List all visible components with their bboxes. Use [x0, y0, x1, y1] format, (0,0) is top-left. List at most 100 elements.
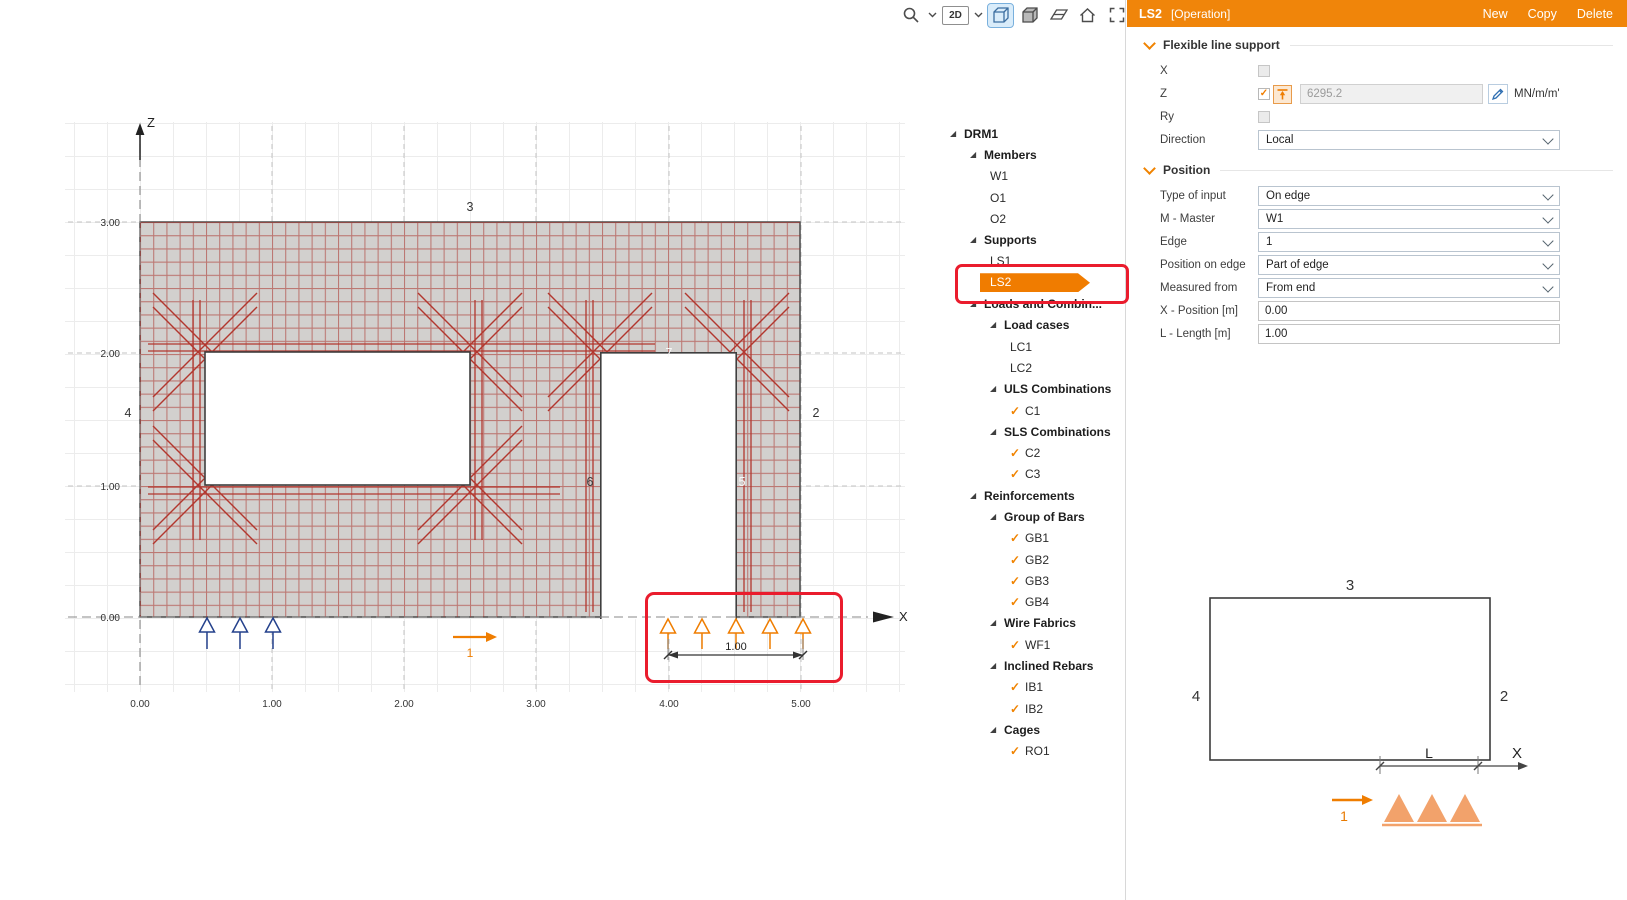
check-icon[interactable]: ✓ — [1010, 468, 1025, 480]
svg-text:2.00: 2.00 — [394, 699, 414, 710]
tree-item-gb2[interactable]: ✓GB2 — [945, 549, 1125, 570]
copy-button[interactable]: Copy — [1528, 7, 1557, 21]
tree-item-load-cases[interactable]: ◢Load cases — [945, 315, 1125, 336]
svg-text:1: 1 — [1340, 808, 1348, 824]
check-icon[interactable]: ✓ — [1010, 596, 1025, 608]
check-icon[interactable]: ✓ — [1010, 575, 1025, 587]
svg-text:X: X — [1512, 745, 1522, 762]
edit-pencil-button[interactable] — [1488, 84, 1508, 104]
check-icon[interactable]: ✓ — [1010, 703, 1025, 715]
expand-icon[interactable]: ◢ — [990, 385, 1002, 393]
direction-select[interactable]: Local — [1258, 130, 1560, 150]
expand-icon[interactable]: ◢ — [990, 662, 1002, 670]
tree-item-ro1[interactable]: ✓RO1 — [945, 741, 1125, 762]
section-header-position[interactable]: Position — [1145, 163, 1627, 177]
expand-icon[interactable]: ◢ — [950, 130, 962, 138]
tree-item-o1[interactable]: O1 — [945, 187, 1125, 208]
tree-item-gb1[interactable]: ✓GB1 — [945, 528, 1125, 549]
expand-icon[interactable]: ◢ — [970, 151, 982, 159]
tree-item-drm1[interactable]: ◢DRM1 — [945, 123, 1125, 144]
tree-item-ls1[interactable]: LS1 — [945, 251, 1125, 272]
tree-item-label: GB2 — [1025, 553, 1049, 567]
tree-item-cages[interactable]: ◢Cages — [945, 719, 1125, 740]
x-checkbox[interactable] — [1258, 65, 1270, 77]
check-icon[interactable]: ✓ — [1010, 554, 1025, 566]
measured-from-select[interactable]: From end — [1258, 278, 1560, 298]
tree-item-wire-fabrics[interactable]: ◢Wire Fabrics — [945, 613, 1125, 634]
master-select[interactable]: W1 — [1258, 209, 1560, 229]
tree-item-uls-combinations[interactable]: ◢ULS Combinations — [945, 379, 1125, 400]
support-direction-icon[interactable] — [1273, 85, 1292, 104]
prop-row-type-of-input: Type of input On edge — [1160, 186, 1627, 206]
tree-item-w1[interactable]: W1 — [945, 166, 1125, 187]
z-stiffness-input[interactable] — [1300, 84, 1483, 104]
svg-text:1: 1 — [467, 646, 474, 660]
search-dropdown-chevron-icon[interactable] — [927, 4, 938, 27]
prop-row-z: Z ✓ MN/m/m' — [1160, 84, 1627, 104]
tree-item-wf1[interactable]: ✓WF1 — [945, 634, 1125, 655]
expand-icon[interactable]: ◢ — [990, 513, 1002, 521]
check-icon[interactable]: ✓ — [1010, 405, 1025, 417]
tree-item-gb3[interactable]: ✓GB3 — [945, 570, 1125, 591]
l-length-input[interactable] — [1258, 324, 1560, 344]
svg-text:0.00: 0.00 — [130, 699, 150, 710]
tree-item-members[interactable]: ◢Members — [945, 144, 1125, 165]
collapse-chevron-icon[interactable] — [1143, 162, 1156, 175]
chevron-down-icon — [1542, 258, 1553, 269]
wireframe-view-button[interactable] — [988, 4, 1013, 27]
svg-text:3.00: 3.00 — [526, 699, 546, 710]
search-button[interactable] — [898, 4, 923, 27]
expand-icon[interactable]: ◢ — [970, 236, 982, 244]
position-on-edge-select[interactable]: Part of edge — [1258, 255, 1560, 275]
expand-icon[interactable]: ◢ — [990, 619, 1002, 627]
tree-item-gb4[interactable]: ✓GB4 — [945, 592, 1125, 613]
delete-button[interactable]: Delete — [1577, 7, 1613, 21]
expand-icon[interactable]: ◢ — [970, 492, 982, 500]
ry-checkbox[interactable] — [1258, 111, 1270, 123]
tree-item-ib1[interactable]: ✓IB1 — [945, 677, 1125, 698]
check-icon[interactable]: ✓ — [1010, 532, 1025, 544]
new-button[interactable]: New — [1483, 7, 1508, 21]
expand-icon[interactable]: ◢ — [970, 300, 982, 308]
edge-select[interactable]: 1 — [1258, 232, 1560, 252]
tree-item-lc2[interactable]: LC2 — [945, 357, 1125, 378]
check-icon[interactable]: ✓ — [1010, 745, 1025, 757]
properties-panel: LS2 [Operation] New Copy Delete Flexible… — [1127, 0, 1627, 900]
tree-item-group-of-bars[interactable]: ◢Group of Bars — [945, 506, 1125, 527]
tree-item-label: LC2 — [1010, 361, 1032, 375]
section-plane-button[interactable] — [1046, 4, 1071, 27]
tree-item-c1[interactable]: ✓C1 — [945, 400, 1125, 421]
tree-item-supports[interactable]: ◢Supports — [945, 229, 1125, 250]
opening-2[interactable] — [601, 353, 736, 620]
type-of-input-select[interactable]: On edge — [1258, 186, 1560, 206]
tree-item-sls-combinations[interactable]: ◢SLS Combinations — [945, 421, 1125, 442]
tree-item-label: O2 — [990, 212, 1006, 226]
tree-item-ls2[interactable]: LS2 — [945, 272, 1125, 293]
expand-icon[interactable]: ◢ — [990, 726, 1002, 734]
tree-item-inclined-rebars[interactable]: ◢Inclined Rebars — [945, 655, 1125, 676]
tree-item-reinforcements[interactable]: ◢Reinforcements — [945, 485, 1125, 506]
z-checkbox[interactable]: ✓ — [1258, 88, 1270, 100]
field-label: Type of input — [1160, 190, 1258, 202]
view-mode-2d-button[interactable]: 2D — [942, 6, 969, 25]
check-icon[interactable]: ✓ — [1010, 447, 1025, 459]
zoom-extents-button[interactable] — [1104, 4, 1129, 27]
expand-icon[interactable]: ◢ — [990, 428, 1002, 436]
tree-item-ib2[interactable]: ✓IB2 — [945, 698, 1125, 719]
expand-icon[interactable]: ◢ — [990, 321, 1002, 329]
tree-item-c3[interactable]: ✓C3 — [945, 464, 1125, 485]
solid-view-button[interactable] — [1017, 4, 1042, 27]
tree-item-loads-and-combin[interactable]: ◢Loads and Combin... — [945, 293, 1125, 314]
view-mode-chevron-icon[interactable] — [973, 4, 984, 27]
home-view-button[interactable] — [1075, 4, 1100, 27]
x-position-input[interactable] — [1258, 301, 1560, 321]
check-icon[interactable]: ✓ — [1010, 681, 1025, 693]
tree-item-o2[interactable]: O2 — [945, 208, 1125, 229]
section-header-flexible[interactable]: Flexible line support — [1145, 38, 1627, 52]
tree-item-c2[interactable]: ✓C2 — [945, 442, 1125, 463]
check-icon[interactable]: ✓ — [1010, 639, 1025, 651]
collapse-chevron-icon[interactable] — [1143, 37, 1156, 50]
tree-item-lc1[interactable]: LC1 — [945, 336, 1125, 357]
opening-1[interactable] — [205, 352, 470, 485]
unit-label: MN/m/m' — [1514, 88, 1560, 100]
